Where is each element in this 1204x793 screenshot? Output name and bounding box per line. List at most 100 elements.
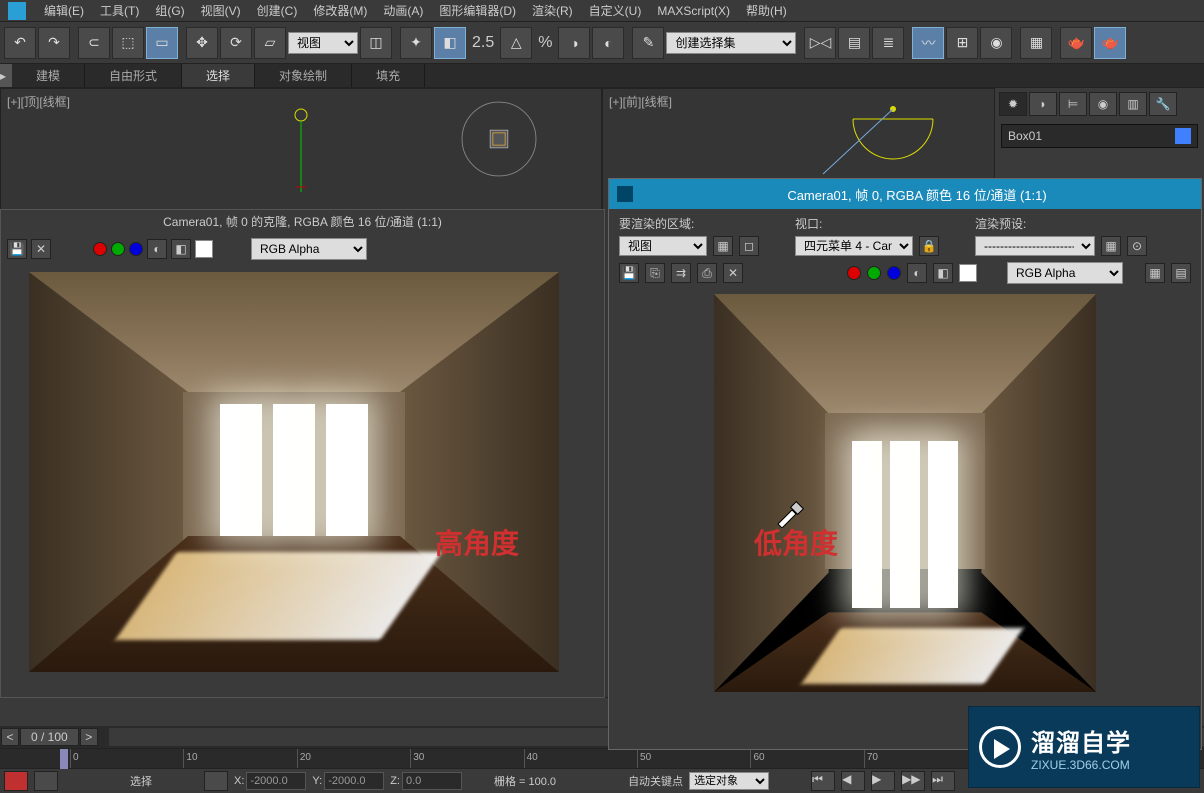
ribbon-tab-paint[interactable]: 对象绘制 (255, 64, 352, 87)
ribbon-tab-selection[interactable]: 选择 (182, 64, 255, 87)
timeline-next-button[interactable]: > (80, 728, 98, 746)
menu-animation[interactable]: 动画(A) (375, 0, 431, 21)
dialog-titlebar[interactable]: Camera01, 帧 0, RGBA 颜色 16 位/通道 (1:1) (609, 179, 1201, 209)
play-next-button[interactable]: ▶▶ (901, 771, 925, 791)
region-edit-button[interactable]: ▦ (713, 236, 733, 256)
status-lock-button[interactable] (34, 771, 58, 791)
angle-snap-button[interactable]: △ (500, 27, 532, 59)
overlay-button[interactable]: ▦ (1145, 263, 1165, 283)
menu-maxscript[interactable]: MAXScript(X) (649, 2, 738, 20)
percent-snap-button[interactable]: ◑ (558, 27, 590, 59)
channel-green-button-2[interactable] (867, 266, 881, 280)
menu-help[interactable]: 帮助(H) (738, 0, 795, 21)
timeline-prev-button[interactable]: < (1, 728, 19, 746)
y-input[interactable] (324, 772, 384, 790)
channel-green-button[interactable] (111, 242, 125, 256)
print-button[interactable]: ⎙ (697, 263, 717, 283)
x-input[interactable] (246, 772, 306, 790)
render-prod-button[interactable]: 🫖 (1094, 27, 1126, 59)
clear-button-2[interactable] (959, 264, 977, 282)
viewport-front-label[interactable]: [+][前][线框] (609, 93, 672, 110)
menu-modifiers[interactable]: 修改器(M) (305, 0, 375, 21)
layers-button[interactable]: ≣ (872, 27, 904, 59)
viewport-select[interactable]: 四元菜单 4 - Cam (795, 236, 913, 256)
channel-blue-button[interactable] (129, 242, 143, 256)
play-prev-button[interactable]: ◀ (841, 771, 865, 791)
alpha-button[interactable]: ◐ (147, 239, 167, 259)
menu-graph-editors[interactable]: 图形编辑器(D) (431, 0, 524, 21)
menu-rendering[interactable]: 渲染(R) (524, 0, 581, 21)
object-name-field[interactable]: Box01 (1001, 124, 1198, 148)
preset-select[interactable]: -------------------------- (975, 236, 1095, 256)
channel-select-left[interactable]: RGB Alpha (251, 238, 367, 260)
channel-red-button-2[interactable] (847, 266, 861, 280)
ribbon-tab-modeling[interactable]: 建模 (12, 64, 85, 87)
menu-edit[interactable]: 编辑(E) (36, 0, 92, 21)
select-manip-button[interactable]: ✦ (400, 27, 432, 59)
rotate-button[interactable]: ⟳ (220, 27, 252, 59)
menu-create[interactable]: 创建(C) (249, 0, 306, 21)
toggle-ui-button[interactable]: ▤ (1171, 263, 1191, 283)
region-auto-button[interactable]: ◻ (739, 236, 759, 256)
redo-button[interactable]: ↷ (38, 27, 70, 59)
isolate-button[interactable] (204, 771, 228, 791)
render-frame-button[interactable]: 🫖 (1060, 27, 1092, 59)
curve-editor-button[interactable]: 〰 (912, 27, 944, 59)
menu-tools[interactable]: 工具(T) (92, 0, 147, 21)
channel-select-right[interactable]: RGB Alpha (1007, 262, 1123, 284)
align-button[interactable]: ▤ (838, 27, 870, 59)
copy-button[interactable]: ⎘ (645, 263, 665, 283)
autokey-label[interactable]: 自动关键点 (628, 773, 683, 789)
ribbon-tab-populate[interactable]: 填充 (352, 64, 425, 87)
play-end-button[interactable]: ⏭ (931, 771, 955, 791)
app-icon[interactable] (8, 2, 26, 20)
hierarchy-tab[interactable]: ⊨ (1059, 92, 1087, 116)
link-button[interactable]: ⊂ (78, 27, 110, 59)
schematic-button[interactable]: ⊞ (946, 27, 978, 59)
close-button-2[interactable]: ✕ (723, 263, 743, 283)
menu-group[interactable]: 组(G) (147, 0, 192, 21)
snap-toggle-button[interactable]: ◧ (434, 27, 466, 59)
create-tab[interactable]: ✹ (999, 92, 1027, 116)
modify-tab[interactable]: ◗ (1029, 92, 1057, 116)
move-button[interactable]: ✥ (186, 27, 218, 59)
viewport-top-label[interactable]: [+][顶][线框] (7, 93, 70, 110)
area-select[interactable]: 视图 (619, 236, 707, 256)
mono-button-2[interactable]: ◧ (933, 263, 953, 283)
select-region-button[interactable]: ▭ (146, 27, 178, 59)
lock-viewport-button[interactable]: 🔒 (919, 236, 939, 256)
channel-red-button[interactable] (93, 242, 107, 256)
ref-coord-select[interactable]: 视图 (288, 32, 358, 54)
pivot-button[interactable]: ◫ (360, 27, 392, 59)
clear-button[interactable] (195, 240, 213, 258)
viewcube-top[interactable] (455, 95, 543, 183)
ribbon-tab-freeform[interactable]: 自由形式 (85, 64, 182, 87)
mono-button[interactable]: ◧ (171, 239, 191, 259)
alpha-button-2[interactable]: ◐ (907, 263, 927, 283)
save-image-button-2[interactable]: 💾 (619, 263, 639, 283)
mirror-button[interactable]: ▷◁ (804, 27, 836, 59)
select-button[interactable]: ⬚ (112, 27, 144, 59)
selection-set-select[interactable]: 创建选择集 (666, 32, 796, 54)
save-image-button[interactable]: 💾 (7, 239, 27, 259)
play-button[interactable]: ▶ (871, 771, 895, 791)
time-slider-head[interactable] (60, 749, 68, 769)
keyfilter-select[interactable]: 选定对象 (689, 772, 769, 790)
timeline-frame-display[interactable]: 0 / 100 (20, 728, 79, 746)
close-button[interactable]: ✕ (31, 239, 51, 259)
spinner-snap-button[interactable]: ◐ (592, 27, 624, 59)
ribbon-toggle[interactable]: ▸ (0, 64, 12, 87)
render-setup-button[interactable]: ▦ (1020, 27, 1052, 59)
menu-customize[interactable]: 自定义(U) (581, 0, 650, 21)
named-sel-button[interactable]: ✎ (632, 27, 664, 59)
z-input[interactable] (402, 772, 462, 790)
clone-button[interactable]: ⇉ (671, 263, 691, 283)
utilities-tab[interactable]: 🔧 (1149, 92, 1177, 116)
play-start-button[interactable]: ⏮ (811, 771, 835, 791)
undo-button[interactable]: ↶ (4, 27, 36, 59)
display-tab[interactable]: ▥ (1119, 92, 1147, 116)
menu-view[interactable]: 视图(V) (193, 0, 249, 21)
render-setup-button-2[interactable]: ▦ (1101, 236, 1121, 256)
env-button[interactable]: ⊙ (1127, 236, 1147, 256)
channel-blue-button-2[interactable] (887, 266, 901, 280)
